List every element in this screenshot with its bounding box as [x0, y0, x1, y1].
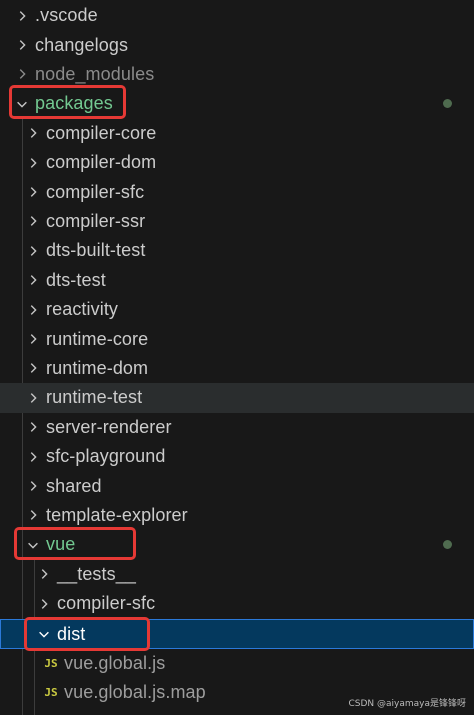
tree-item-label: runtime-core [46, 328, 149, 349]
chevron-right-icon [22, 387, 44, 409]
tree-item-label: compiler-ssr [46, 210, 146, 231]
file-explorer-tree: .vscode changelogs node_modules packages… [0, 0, 474, 715]
chevron-right-icon [33, 593, 55, 615]
chevron-down-icon [11, 93, 33, 115]
tree-item-tests[interactable]: __tests__ [0, 560, 474, 589]
tree-item-label: runtime-test [46, 387, 143, 408]
tree-item-vue-global-js[interactable]: JS vue.global.js [0, 649, 474, 678]
tree-item-shared[interactable]: shared [0, 471, 474, 500]
tree-item-runtime-dom[interactable]: runtime-dom [0, 354, 474, 383]
tree-item-vue[interactable]: vue [0, 530, 474, 559]
tree-item-vue-compiler-sfc[interactable]: compiler-sfc [0, 589, 474, 618]
chevron-down-icon [22, 534, 44, 556]
tree-item-label: vue.global.js [64, 652, 166, 673]
tree-item-dts-built-test[interactable]: dts-built-test [0, 236, 474, 265]
chevron-right-icon [22, 181, 44, 203]
tree-item-node-modules[interactable]: node_modules [0, 60, 474, 89]
tree-item-label: node_modules [35, 63, 155, 84]
tree-item-vscode[interactable]: .vscode [0, 1, 474, 30]
tree-item-label: vue.global.js.map [64, 682, 206, 703]
tree-item-label: vue [46, 534, 76, 555]
chevron-right-icon [22, 504, 44, 526]
tree-item-compiler-core[interactable]: compiler-core [0, 119, 474, 148]
tree-item-sfc-playground[interactable]: sfc-playground [0, 442, 474, 471]
tree-item-compiler-ssr[interactable]: compiler-ssr [0, 207, 474, 236]
git-modified-dot-icon [443, 99, 452, 109]
watermark: CSDN @aiyamaya是锋锋呀 [348, 699, 466, 709]
tree-item-label: __tests__ [57, 563, 136, 584]
tree-item-label: shared [46, 475, 102, 496]
tree-item-server-renderer[interactable]: server-renderer [0, 413, 474, 442]
tree-item-reactivity[interactable]: reactivity [0, 295, 474, 324]
tree-item-label: template-explorer [46, 504, 188, 525]
chevron-right-icon [11, 34, 33, 56]
tree-item-runtime-core[interactable]: runtime-core [0, 324, 474, 353]
javascript-file-icon: JS [44, 686, 58, 700]
chevron-right-icon [22, 240, 44, 262]
tree-item-label: server-renderer [46, 416, 172, 437]
chevron-right-icon [11, 5, 33, 27]
tree-item-label: dts-built-test [46, 240, 146, 261]
tree-item-compiler-sfc[interactable]: compiler-sfc [0, 177, 474, 206]
tree-item-label: compiler-sfc [46, 181, 145, 202]
tree-item-template-explorer[interactable]: template-explorer [0, 501, 474, 530]
chevron-right-icon [11, 63, 33, 85]
tree-item-label: dist [57, 623, 86, 644]
tree-item-label: compiler-dom [46, 152, 157, 173]
tree-item-label: dts-test [46, 269, 106, 290]
tree-item-label: runtime-dom [46, 357, 149, 378]
tree-item-label: packages [35, 93, 113, 114]
tree-item-packages[interactable]: packages [0, 89, 474, 118]
tree-item-dts-test[interactable]: dts-test [0, 266, 474, 295]
chevron-right-icon [22, 299, 44, 321]
chevron-right-icon [22, 210, 44, 232]
chevron-right-icon [22, 357, 44, 379]
tree-item-label: .vscode [35, 5, 98, 26]
tree-item-compiler-dom[interactable]: compiler-dom [0, 148, 474, 177]
tree-item-label: sfc-playground [46, 446, 166, 467]
tree-item-label: compiler-core [46, 122, 157, 143]
chevron-right-icon [22, 416, 44, 438]
chevron-right-icon [22, 475, 44, 497]
tree-item-label: reactivity [46, 299, 119, 320]
javascript-file-icon: JS [44, 656, 58, 670]
tree-item-label: changelogs [35, 34, 129, 55]
chevron-right-icon [22, 122, 44, 144]
git-modified-dot-icon [443, 540, 452, 550]
chevron-right-icon [22, 328, 44, 350]
chevron-right-icon [22, 269, 44, 291]
chevron-right-icon [33, 563, 55, 585]
tree-item-runtime-test[interactable]: runtime-test [0, 383, 474, 413]
tree-item-dist[interactable]: dist [0, 619, 474, 649]
chevron-right-icon [22, 152, 44, 174]
tree-item-label: compiler-sfc [57, 593, 156, 614]
chevron-right-icon [22, 446, 44, 468]
tree-item-changelogs[interactable]: changelogs [0, 30, 474, 59]
chevron-down-icon [33, 623, 55, 645]
